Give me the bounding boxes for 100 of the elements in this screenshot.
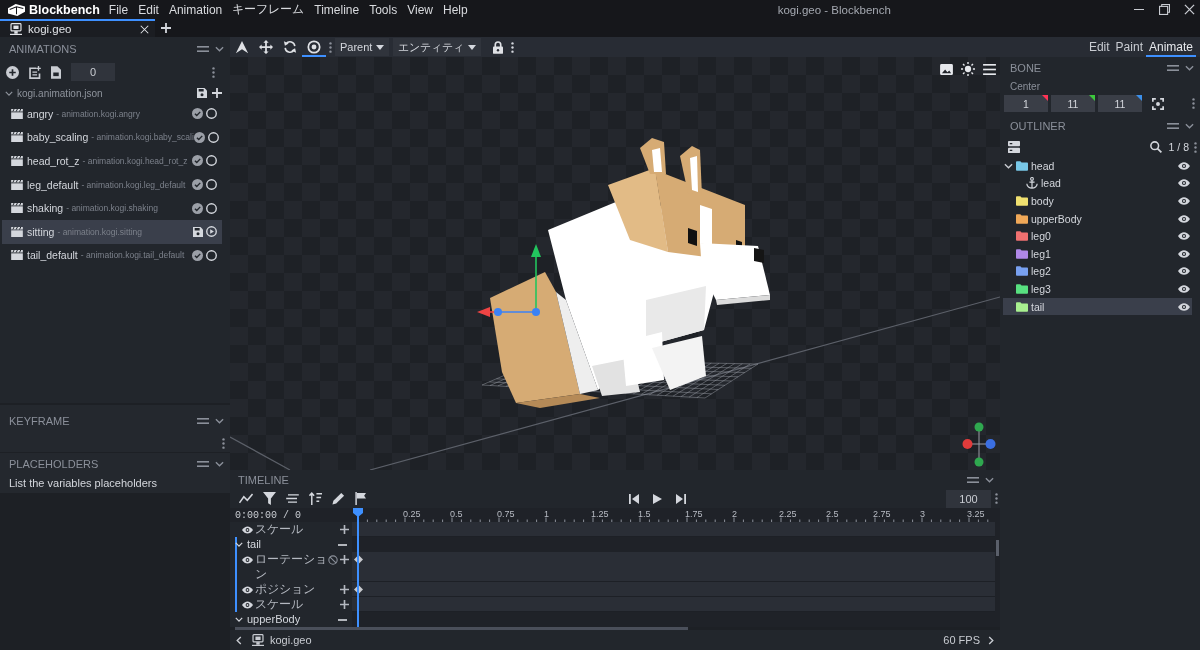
playhead[interactable] bbox=[353, 508, 363, 627]
eye-icon[interactable] bbox=[242, 525, 253, 534]
mode-tab[interactable]: Paint bbox=[1112, 37, 1146, 57]
outliner-item[interactable]: body bbox=[1003, 192, 1192, 210]
plus-icon[interactable] bbox=[161, 23, 171, 33]
menu-item[interactable]: Animation bbox=[163, 1, 228, 18]
more-vertical-icon[interactable] bbox=[329, 41, 332, 53]
circle-icon[interactable] bbox=[206, 155, 217, 167]
more-vertical-icon[interactable] bbox=[995, 493, 998, 504]
outliner-item[interactable]: upperBody bbox=[1003, 209, 1192, 228]
drag-handle-icon[interactable] bbox=[197, 46, 209, 52]
dog-model[interactable] bbox=[490, 138, 770, 408]
chevron-down-icon[interactable] bbox=[1185, 123, 1194, 129]
outliner-item[interactable]: leg3 bbox=[1003, 280, 1192, 298]
minus-icon[interactable] bbox=[338, 618, 347, 621]
eye-icon[interactable] bbox=[1178, 161, 1190, 170]
outliner-item[interactable]: tail bbox=[1003, 297, 1192, 316]
move-gizmo[interactable] bbox=[477, 244, 541, 317]
skip-forward-icon[interactable] bbox=[676, 493, 686, 504]
menu-item[interactable]: View bbox=[402, 1, 438, 18]
play-circle-icon[interactable] bbox=[206, 226, 217, 238]
horizontal-scrollbar[interactable] bbox=[230, 627, 1000, 630]
pencil-icon[interactable] bbox=[332, 492, 345, 505]
animation-file-row[interactable]: kogi.animation.json bbox=[0, 84, 230, 102]
eye-icon[interactable] bbox=[1178, 284, 1190, 293]
more-vertical-icon[interactable] bbox=[212, 66, 215, 78]
menu-item[interactable]: File bbox=[103, 1, 134, 18]
keyframe-marker[interactable] bbox=[354, 555, 363, 564]
check-circle-icon[interactable] bbox=[192, 155, 203, 167]
eye-icon[interactable] bbox=[1178, 249, 1190, 258]
eye-icon[interactable] bbox=[1178, 214, 1190, 223]
check-circle-icon[interactable] bbox=[192, 108, 203, 120]
eye-icon[interactable] bbox=[1178, 197, 1190, 205]
dropdown[interactable]: エンティティ bbox=[393, 38, 482, 56]
drag-handle-icon[interactable] bbox=[197, 418, 209, 424]
plus-icon[interactable] bbox=[340, 525, 349, 534]
restore-icon[interactable] bbox=[1159, 4, 1170, 15]
outliner-item[interactable]: lead bbox=[1003, 174, 1192, 193]
chevron-down-icon[interactable] bbox=[5, 90, 13, 96]
outliner-item[interactable]: leg1 bbox=[1003, 244, 1192, 263]
number-field[interactable]: 0 bbox=[71, 63, 115, 81]
more-vertical-icon[interactable] bbox=[1192, 98, 1195, 109]
animation-item[interactable]: head_rot_z - animation.kogi.head_rot_z bbox=[2, 149, 222, 173]
playhead-handle-icon[interactable] bbox=[353, 508, 363, 517]
eye-icon[interactable] bbox=[1178, 267, 1190, 276]
animation-item[interactable]: sitting - animation.kogi.sitting bbox=[2, 219, 222, 244]
sort-icon[interactable] bbox=[309, 492, 322, 505]
save-icon[interactable] bbox=[197, 88, 207, 98]
viewport[interactable] bbox=[230, 57, 1000, 470]
mode-tab[interactable]: Edit bbox=[1085, 37, 1113, 57]
drag-handle-icon[interactable] bbox=[1167, 123, 1179, 129]
check-circle-icon[interactable] bbox=[192, 202, 203, 214]
drag-handle-icon[interactable] bbox=[197, 461, 209, 467]
number-field[interactable]: 100 bbox=[946, 489, 991, 508]
animation-item[interactable]: leg_default - animation.kogi.leg_default bbox=[2, 172, 222, 197]
drag-handle-icon[interactable] bbox=[1167, 65, 1179, 71]
document-icon[interactable] bbox=[51, 65, 61, 79]
eye-icon[interactable] bbox=[242, 585, 253, 594]
document-plus-icon[interactable] bbox=[29, 65, 41, 79]
more-vertical-icon[interactable] bbox=[511, 41, 515, 53]
circle-icon[interactable] bbox=[206, 108, 217, 120]
more-vertical-icon[interactable] bbox=[222, 438, 225, 449]
dropdown[interactable]: Parent bbox=[335, 38, 390, 56]
chevron-left-icon[interactable] bbox=[236, 635, 242, 645]
eye-icon[interactable] bbox=[1178, 179, 1190, 188]
chevron-down-icon[interactable] bbox=[215, 46, 224, 52]
outliner-item[interactable]: head bbox=[1003, 157, 1192, 175]
more-vertical-icon[interactable] bbox=[1194, 141, 1197, 153]
line-chart-icon[interactable] bbox=[239, 493, 253, 504]
eye-icon[interactable] bbox=[1178, 302, 1190, 311]
plus-icon[interactable] bbox=[340, 585, 349, 594]
save-icon[interactable] bbox=[193, 226, 203, 237]
flag-icon[interactable] bbox=[355, 492, 366, 505]
circle-icon[interactable] bbox=[207, 131, 219, 143]
minimize-icon[interactable] bbox=[1133, 9, 1145, 10]
stacked-boxes-icon[interactable] bbox=[1008, 141, 1020, 153]
animation-item[interactable]: baby_scaling - animation.kogi.baby_scali bbox=[2, 125, 222, 150]
outliner-item[interactable]: leg2 bbox=[1003, 262, 1192, 281]
menu-item[interactable]: Tools bbox=[364, 1, 403, 18]
filter-icon[interactable] bbox=[263, 492, 276, 505]
chevron-down-icon[interactable] bbox=[985, 476, 994, 483]
search-icon[interactable] bbox=[1149, 141, 1162, 153]
menu-item[interactable]: キーフレーム bbox=[227, 0, 310, 19]
eye-icon[interactable] bbox=[242, 600, 253, 609]
animation-item[interactable]: angry - animation.kogi.angry bbox=[2, 102, 222, 126]
circle-icon[interactable] bbox=[206, 249, 217, 261]
chevron-down-icon[interactable] bbox=[215, 418, 224, 424]
chevron-down-icon[interactable] bbox=[1004, 162, 1013, 169]
outliner-item[interactable]: leg0 bbox=[1003, 227, 1192, 245]
chevron-down-icon[interactable] bbox=[1185, 65, 1194, 71]
chevron-right-icon[interactable] bbox=[988, 635, 994, 645]
circle-icon[interactable] bbox=[206, 179, 217, 191]
sun-icon[interactable] bbox=[961, 62, 975, 76]
add-circle-icon[interactable] bbox=[6, 65, 19, 79]
circle-icon[interactable] bbox=[206, 202, 217, 214]
plus-icon[interactable] bbox=[340, 555, 349, 564]
focus-icon[interactable] bbox=[1152, 97, 1164, 110]
circle-slash-icon[interactable] bbox=[328, 554, 338, 565]
number-field[interactable]: 1 bbox=[1004, 95, 1048, 112]
menu-icon[interactable] bbox=[983, 63, 996, 75]
